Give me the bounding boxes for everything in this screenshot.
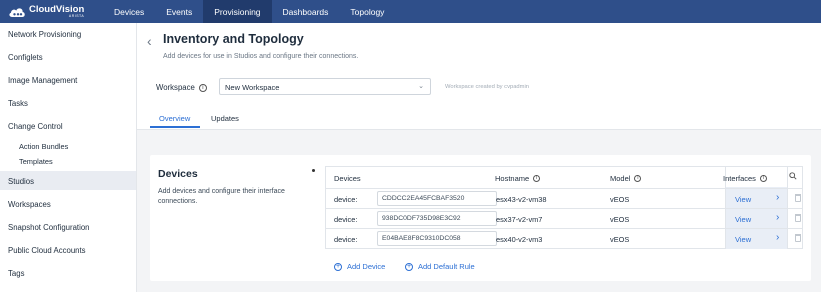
sidebar-item-configlets[interactable]: Configlets [8,53,43,62]
tab-overview[interactable]: Overview [159,114,190,123]
trash-icon[interactable] [795,234,801,242]
devices-card-description: Add devices and configure their interfac… [158,188,285,205]
add-device-label: Add Device [347,262,386,271]
chevron-right-icon[interactable]: › [776,232,779,243]
model-cell: vEOS [610,235,630,244]
devices-table: Devices Hostname i Model i Interfaces i … [325,166,803,272]
back-chevron-icon[interactable]: ‹ [147,33,152,49]
workspace-created-note: Workspace created by cvpadmin [445,84,529,90]
column-header-interfaces: Interfaces i [723,174,767,183]
brand-subtitle: ARISTA [68,14,85,18]
device-id-field[interactable]: 938DC0DF735D98E3C92 [377,211,497,226]
active-tab-indicator [150,126,200,128]
device-id-field[interactable]: CDDCC2EA45FCBAF3520 [377,191,497,206]
column-header-label: Hostname [495,174,530,183]
sidebar-item-tags[interactable]: Tags [8,269,24,278]
column-header-label: Interfaces [723,174,756,183]
table-row: device: 938DC0DF735D98E3C92 esx37-v2-vm7… [325,208,803,228]
column-header-label: Model [610,174,631,183]
main-content: ‹ Inventory and Topology Add devices for… [137,23,821,292]
workspace-select[interactable]: New Workspace ⌄ [219,78,431,95]
workspace-select-value: New Workspace [225,83,280,92]
sidebar-item-public-cloud-accounts[interactable]: Public Cloud Accounts [8,246,86,255]
add-default-rule-label: Add Default Rule [418,262,475,271]
hostname-cell: esx37-v2-vm7 [496,215,543,224]
info-icon[interactable]: i [634,175,642,182]
page-subtitle: Add devices for use in Studios and confi… [163,53,359,60]
sidebar-item-templates[interactable]: Templates [19,157,53,166]
table-row: device: CDDCC2EA45FCBAF3520 esx43-v2-vm3… [325,188,803,208]
info-icon[interactable]: i [533,175,541,182]
nav-devices[interactable]: Devices [103,0,155,23]
sidebar-item-snapshot-configuration[interactable]: Snapshot Configuration [8,223,90,232]
column-header-hostname: Hostname i [495,174,541,183]
sidebar-item-action-bundles[interactable]: Action Bundles [19,142,68,151]
chevron-right-icon[interactable]: › [776,192,779,203]
column-header-label: Devices [334,174,361,183]
hostname-cell: esx43-v2-vm38 [496,195,547,204]
plus-circle-icon: + [405,262,413,271]
trash-icon[interactable] [795,194,801,202]
info-icon[interactable]: i [198,83,207,92]
hostname-cell: esx40-v2-vm3 [496,235,543,244]
model-cell: vEOS [610,215,630,224]
sidebar-item-studios[interactable]: Studios [8,177,34,186]
sidebar-item-workspaces[interactable]: Workspaces [8,200,51,209]
tab-updates[interactable]: Updates [211,114,239,123]
view-interfaces-link[interactable]: View [735,215,751,224]
workspace-label-group: Workspace i [156,83,207,92]
column-header-devices: Devices [334,174,361,183]
sidebar: Network Provisioning Configlets Image Ma… [0,23,137,292]
plus-circle-icon: + [334,262,342,271]
dot-icon [312,169,315,172]
trash-icon[interactable] [795,214,801,222]
device-label: device: [334,195,358,204]
nav-events[interactable]: Events [155,0,203,23]
device-label: device: [334,215,358,224]
table-row: device: E04BAE8F8C9310DC058 esx40-v2-vm3… [325,228,803,248]
add-device-button[interactable]: + Add Device [334,262,385,271]
devices-card-title: Devices [158,168,198,180]
search-icon[interactable] [789,172,797,180]
sidebar-item-network-provisioning[interactable]: Network Provisioning [8,30,81,39]
model-cell: vEOS [610,195,630,204]
device-id-field[interactable]: E04BAE8F8C9310DC058 [377,231,497,246]
top-nav-bar: CloudVision ARISTA Devices Events Provis… [0,0,821,23]
nav-dashboards[interactable]: Dashboards [272,0,340,23]
add-default-rule-button[interactable]: + Add Default Rule [405,262,475,271]
chevron-right-icon[interactable]: › [776,212,779,223]
view-interfaces-link[interactable]: View [735,195,751,204]
device-label: device: [334,235,358,244]
workspace-label: Workspace [156,83,195,92]
sidebar-item-change-control[interactable]: Change Control [8,122,63,131]
nav-topology[interactable]: Topology [339,0,395,23]
chevron-down-icon: ⌄ [418,83,424,90]
cloud-icon [9,7,25,17]
devices-card: Devices Add devices and configure their … [150,155,811,281]
view-interfaces-link[interactable]: View [735,235,751,244]
column-header-model: Model i [610,174,642,183]
cloudvision-logo[interactable]: CloudVision ARISTA [0,0,103,23]
nav-provisioning[interactable]: Provisioning [203,0,272,23]
sidebar-item-image-management[interactable]: Image Management [8,76,77,85]
brand-title: CloudVision [29,3,85,15]
page-header: ‹ Inventory and Topology Add devices for… [137,23,821,130]
info-icon[interactable]: i [759,175,767,182]
sidebar-item-tasks[interactable]: Tasks [8,99,28,108]
page-title: Inventory and Topology [163,32,304,46]
